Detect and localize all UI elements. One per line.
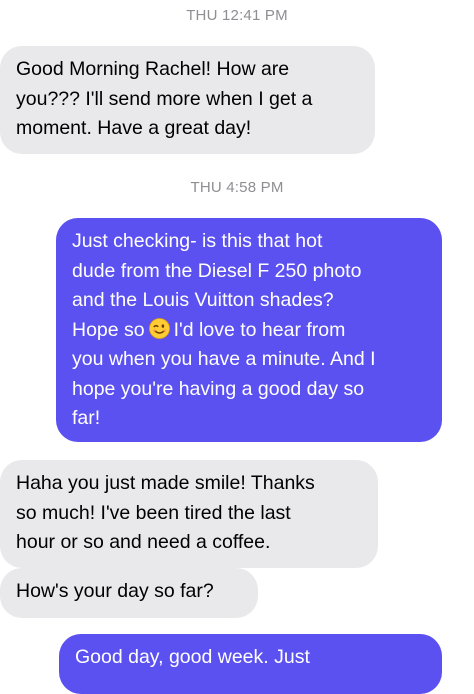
message-text: you??? I'll send more when I get a [16,87,313,110]
incoming-message-bubble[interactable]: How's your day so far? [0,568,258,618]
message-thread[interactable]: THU 12:41 PM Good Morning Rachel! How ar… [0,0,474,694]
message-text: and the Louis Vuitton shades? [72,289,334,311]
message-text: Good day, good week. Just [75,646,310,668]
timestamp: THU 12:41 PM [186,7,288,24]
message-text: dude from the Diesel F 250 photo [72,259,362,282]
message-text: Just checking- is this that hot [72,230,323,252]
incoming-message-bubble[interactable]: Haha you just made smile! Thanks so much… [0,460,378,568]
message-text: moment. Have a great day! [16,117,252,139]
outgoing-message-bubble[interactable]: Just checking- is this that hot dude fro… [56,218,442,442]
incoming-message-bubble[interactable]: Good Morning Rachel! How are you??? I'll… [0,46,375,154]
outgoing-message-bubble[interactable]: Good day, good week. Just [59,634,442,694]
timestamp: THU 4:58 PM [190,179,284,196]
message-text: hour or so and need a coffee. [16,531,271,553]
message-text: Haha you just made smile! Thanks [16,472,315,494]
message-text: How's your day so far? [16,580,214,602]
message-text: Good Morning Rachel! How are [16,58,290,80]
message-text: Hope so [72,318,145,341]
message-text: far! [72,407,101,429]
message-text: so much! I've been tired the last [16,501,291,524]
message-text: hope you're having a good day so [72,377,365,400]
message-text: I'd love to hear from [173,318,346,341]
message-text: you when you have a minute. And I [72,348,376,370]
winking-face-emoji [148,317,170,339]
